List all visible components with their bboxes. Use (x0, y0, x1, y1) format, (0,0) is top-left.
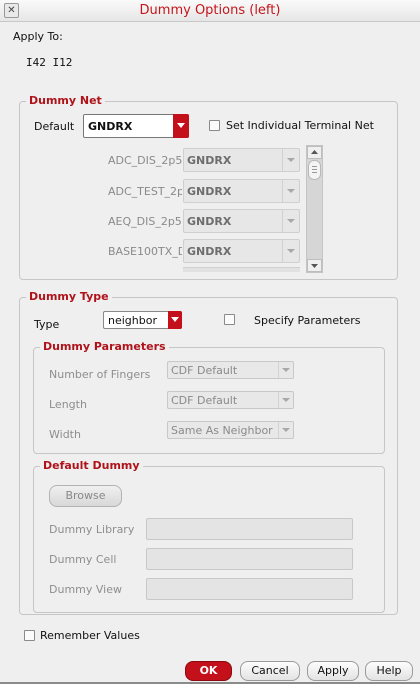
default-dummy-title: Default Dummy (40, 459, 143, 472)
net-row-combo[interactable]: GNDRX (183, 209, 300, 233)
type-label: Type (34, 318, 60, 331)
length-label: Length (49, 398, 87, 411)
chevron-down-icon (282, 180, 299, 202)
chevron-down-icon (173, 114, 189, 138)
net-row-combo[interactable]: GNDRX (183, 239, 300, 263)
remember-values-checkbox[interactable] (24, 630, 35, 641)
dummy-parameters-title: Dummy Parameters (40, 340, 169, 353)
net-row-combo[interactable]: GNDRX (183, 148, 300, 172)
specify-parameters-label: Specify Parameters (254, 314, 361, 327)
number-of-fingers-value: CDF Default (171, 364, 238, 377)
width-label: Width (49, 428, 81, 441)
net-row-name: BASE100TX_DI (108, 245, 182, 258)
length-value: CDF Default (171, 394, 238, 407)
chevron-down-icon (282, 240, 299, 262)
type-value: neighbor (108, 314, 157, 327)
dummy-cell-label: Dummy Cell (49, 553, 117, 566)
default-label: Default (34, 120, 75, 133)
specify-parameters-checkbox[interactable] (224, 314, 235, 325)
default-net-combo[interactable]: GNDRX (83, 114, 189, 138)
help-button[interactable]: Help (365, 661, 413, 681)
chevron-down-icon (168, 311, 182, 329)
cancel-button[interactable]: Cancel (240, 661, 300, 681)
dummy-library-field[interactable] (146, 518, 353, 540)
length-combo[interactable]: CDF Default (167, 391, 294, 409)
scroll-up-icon[interactable] (307, 146, 322, 159)
net-list-scrollbar[interactable] (306, 145, 323, 273)
remember-values-label: Remember Values (40, 629, 140, 642)
net-row-value: GNDRX (187, 185, 232, 198)
chevron-down-icon (278, 362, 293, 378)
net-row-name: ADC_TEST_2p5 (108, 185, 182, 198)
set-individual-checkbox[interactable] (209, 120, 220, 131)
browse-button[interactable]: Browse (49, 485, 122, 507)
dummy-view-label: Dummy View (49, 583, 122, 596)
apply-to-label: Apply To: (13, 30, 63, 43)
scroll-thumb[interactable] (308, 160, 321, 180)
chevron-down-icon (278, 422, 293, 438)
type-combo[interactable]: neighbor (103, 311, 182, 329)
net-row-name: AEQ_DIS_2p5 (108, 215, 182, 228)
net-row-value: GNDRX (187, 154, 232, 167)
ok-button[interactable]: OK (185, 661, 232, 681)
scroll-down-icon[interactable] (307, 259, 322, 272)
width-combo[interactable]: Same As Neighbor (167, 421, 294, 439)
chevron-down-icon (278, 392, 293, 408)
net-row-name: ADC_DIS_2p5 (108, 154, 182, 167)
set-individual-label: Set Individual Terminal Net (226, 119, 374, 132)
net-row-combo[interactable]: GNDRX (183, 179, 300, 203)
chevron-down-icon (282, 149, 299, 171)
window-title: Dummy Options (left) (139, 3, 281, 18)
default-net-value: GNDRX (88, 120, 133, 133)
number-of-fingers-label: Number of Fingers (49, 368, 151, 381)
apply-button[interactable]: Apply (307, 661, 359, 681)
chevron-down-icon (282, 210, 299, 232)
dummy-type-title: Dummy Type (26, 290, 112, 303)
apply-to-value: I42 I12 (26, 56, 73, 69)
net-row-value: GNDRX (187, 215, 232, 228)
dummy-net-title: Dummy Net (26, 94, 105, 107)
net-row-value: GNDRX (187, 245, 232, 258)
net-row-clipped (183, 267, 300, 272)
dummy-library-label: Dummy Library (49, 523, 135, 536)
title-bar: ✕ Dummy Options (left) (0, 0, 420, 22)
dummy-cell-field[interactable] (146, 548, 353, 570)
dummy-view-field[interactable] (146, 578, 353, 600)
width-value: Same As Neighbor (171, 424, 273, 437)
number-of-fingers-combo[interactable]: CDF Default (167, 361, 294, 379)
